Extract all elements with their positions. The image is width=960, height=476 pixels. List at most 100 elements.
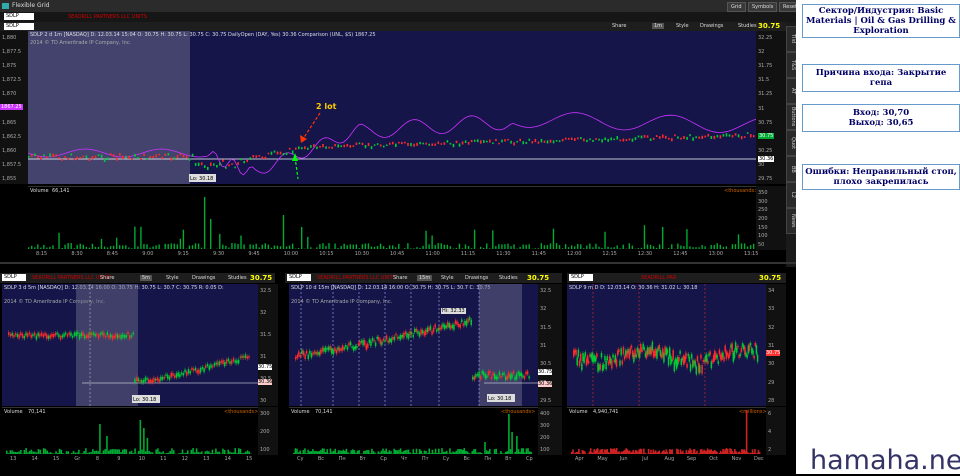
candle-body <box>528 376 530 378</box>
volume-bar <box>140 420 142 454</box>
chart15m-time-label: Пт <box>422 456 429 462</box>
volume-bar <box>452 452 454 454</box>
candle-body <box>496 376 498 379</box>
chart5m-volume-chart[interactable]: Volume 70,141 <thousands> <box>2 407 258 456</box>
side-tabs: TlidT&SATButtonsQuotBBL2News <box>786 22 796 267</box>
volume-bar <box>365 244 366 249</box>
main-drawings-button[interactable]: Drawings <box>700 23 723 29</box>
symbol-input[interactable]: SDLP <box>4 13 34 20</box>
chart15m-price-chart[interactable]: SDLP 10 d 15m [NASDAQ] D: 12.03.14 16:00… <box>289 284 538 406</box>
chart5m-symbol-input[interactable]: SDLP <box>2 274 26 281</box>
price-candle <box>586 140 588 142</box>
price-candle <box>101 155 103 158</box>
volume-bar <box>741 243 742 249</box>
main-symbol-input[interactable]: SDLP <box>4 23 34 30</box>
candle-body <box>88 334 90 338</box>
volume-bar <box>495 449 497 454</box>
price-candle <box>313 144 315 147</box>
chart15m-vol-tick-label: 400 <box>540 411 550 417</box>
chart15m-share-button[interactable]: Share <box>393 275 407 281</box>
volume-bar <box>314 451 316 454</box>
candle-body <box>380 340 382 345</box>
chartd-volume-chart[interactable]: Volume 4,940,741 <millions> <box>567 407 766 456</box>
price-candle <box>371 146 373 149</box>
price-candle <box>544 141 546 143</box>
volume-bar <box>397 450 399 454</box>
candle-body <box>219 362 221 365</box>
chart15m-period-selector[interactable]: 15m <box>417 275 432 281</box>
candle-body <box>367 343 369 347</box>
candle-body <box>472 377 474 380</box>
main-period-selector[interactable]: 1m <box>652 23 664 29</box>
candle-body <box>129 335 131 338</box>
chart15m-drawings-button[interactable]: Drawings <box>465 275 488 281</box>
main-left-tick-label: 1,860 <box>2 148 16 154</box>
chart15m-svg: Lo: 30.18 <box>289 284 538 406</box>
chart5m-style-button[interactable]: Style <box>166 275 179 281</box>
candle-body <box>11 333 13 336</box>
volume-bar <box>210 453 212 454</box>
volume-bar <box>80 244 81 249</box>
candle-body <box>98 335 100 339</box>
chart5m-period-selector[interactable]: 5m <box>140 275 152 281</box>
candle-body <box>157 378 159 381</box>
candle-body <box>678 357 680 362</box>
volume-bar <box>320 450 322 454</box>
main-left-tick-label: 1,857.5 <box>2 162 21 168</box>
volume-bar <box>236 453 238 454</box>
chart15m-studies-button[interactable]: Studies <box>499 275 518 281</box>
price-candle <box>161 157 163 159</box>
volume-bar <box>315 451 317 454</box>
candle-body <box>314 351 316 353</box>
main-style-button[interactable]: Style <box>676 23 689 29</box>
volume-bar <box>46 248 47 249</box>
candle-body <box>729 350 731 355</box>
volume-bar <box>243 244 244 249</box>
candle-body <box>719 350 721 355</box>
candle-body <box>226 360 228 364</box>
candle-body <box>394 337 396 341</box>
volume-bar <box>6 451 8 454</box>
candle-body <box>375 342 377 346</box>
grid-button[interactable]: Grid <box>727 2 746 12</box>
volume-bar <box>131 451 133 454</box>
volume-bar <box>474 230 475 249</box>
volume-bar <box>213 453 215 454</box>
main-time-label: 11:30 <box>496 251 510 257</box>
price-candle <box>638 136 640 138</box>
volume-bar <box>86 247 87 249</box>
volume-bar <box>471 451 473 454</box>
candle-body <box>659 345 661 349</box>
volume-bar <box>60 450 62 454</box>
chartd-price-chart[interactable]: SDLP 9 m D D: 12.03.14 O: 30.36 H: 31.02… <box>567 284 766 406</box>
main-volume-chart[interactable]: Volume 66,141 <thousands> <box>28 186 756 251</box>
chart15m-style-button[interactable]: Style <box>441 275 454 281</box>
volume-bar <box>168 453 170 454</box>
chart5m-studies-button[interactable]: Studies <box>228 275 247 281</box>
main-studies-button[interactable]: Studies <box>738 23 757 29</box>
price-candle <box>456 141 458 143</box>
chart5m-drawings-button[interactable]: Drawings <box>192 275 215 281</box>
volume-bar <box>326 449 328 454</box>
volume-bar <box>480 247 481 249</box>
candle-body <box>186 372 188 376</box>
chartd-symbol-input[interactable]: SDLP <box>569 274 593 281</box>
candle-body <box>176 373 178 377</box>
main-price-chart[interactable]: SDLP 2 d 1m [NASDAQ] D: 12.03.14 15:04 O… <box>28 31 756 184</box>
volume-bar <box>325 452 327 454</box>
price-candle <box>301 147 303 149</box>
chart5m-tick-label: 30 <box>260 398 266 404</box>
main-share-button[interactable]: Share <box>612 23 626 29</box>
chart15m-volume-chart[interactable]: Volume 70,141 <thousands> <box>289 407 538 456</box>
chart5m-share-button[interactable]: Share <box>100 275 114 281</box>
candle-body <box>209 366 211 370</box>
candle-body <box>51 334 53 337</box>
price-candle <box>665 136 667 139</box>
volume-bar <box>143 244 144 249</box>
chart5m-price-chart[interactable]: SDLP 3 d 5m [NASDAQ] D: 12.03.14 16:00 O… <box>2 284 258 406</box>
symbols-button[interactable]: Symbols <box>748 2 777 12</box>
chart15m-symbol-input[interactable]: SDLP <box>287 274 311 281</box>
chart5m-time-label: 8 <box>96 456 99 462</box>
volume-bar <box>489 248 490 249</box>
volume-bar <box>208 451 210 454</box>
